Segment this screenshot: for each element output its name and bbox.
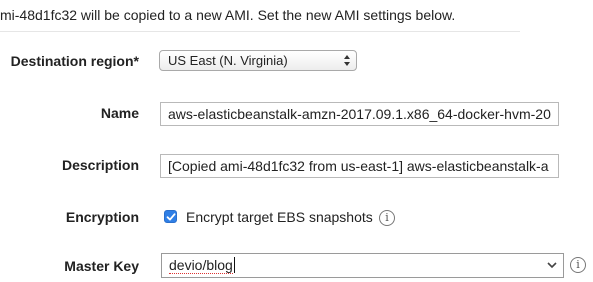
destination-region-select[interactable]: US East (N. Virginia)	[159, 50, 357, 71]
copy-ami-dialog: mi-48d1fc32 will be copied to a new AMI.…	[0, 0, 593, 282]
checkmark-icon	[166, 213, 176, 221]
master-key-info-icon[interactable]: i	[570, 257, 586, 273]
encryption-info-icon[interactable]: i	[379, 210, 395, 226]
master-key-combobox[interactable]: devio/blog	[161, 253, 564, 278]
encrypt-snapshots-checkbox[interactable]	[164, 210, 177, 223]
divider	[0, 31, 520, 32]
text-caret	[233, 257, 235, 273]
encrypt-snapshots-label: Encrypt target EBS snapshots	[186, 209, 373, 225]
name-label: Name	[100, 105, 139, 121]
destination-region-label: Destination region*	[10, 53, 139, 69]
updown-arrows-icon	[344, 55, 350, 66]
description-label: Description	[61, 157, 139, 173]
description-input[interactable]: [Copied ami-48d1fc32 from us-east-1] aws…	[160, 154, 559, 178]
intro-text: mi-48d1fc32 will be copied to a new AMI.…	[0, 7, 456, 23]
chevron-down-icon[interactable]	[547, 261, 557, 269]
master-key-label: Master Key	[64, 258, 139, 274]
destination-region-value: US East (N. Virginia)	[168, 53, 288, 68]
name-input[interactable]: aws-elasticbeanstalk-amzn-2017.09.1.x86_…	[160, 102, 559, 126]
master-key-value: devio/blog	[169, 257, 233, 274]
encryption-label: Encryption	[65, 209, 139, 225]
